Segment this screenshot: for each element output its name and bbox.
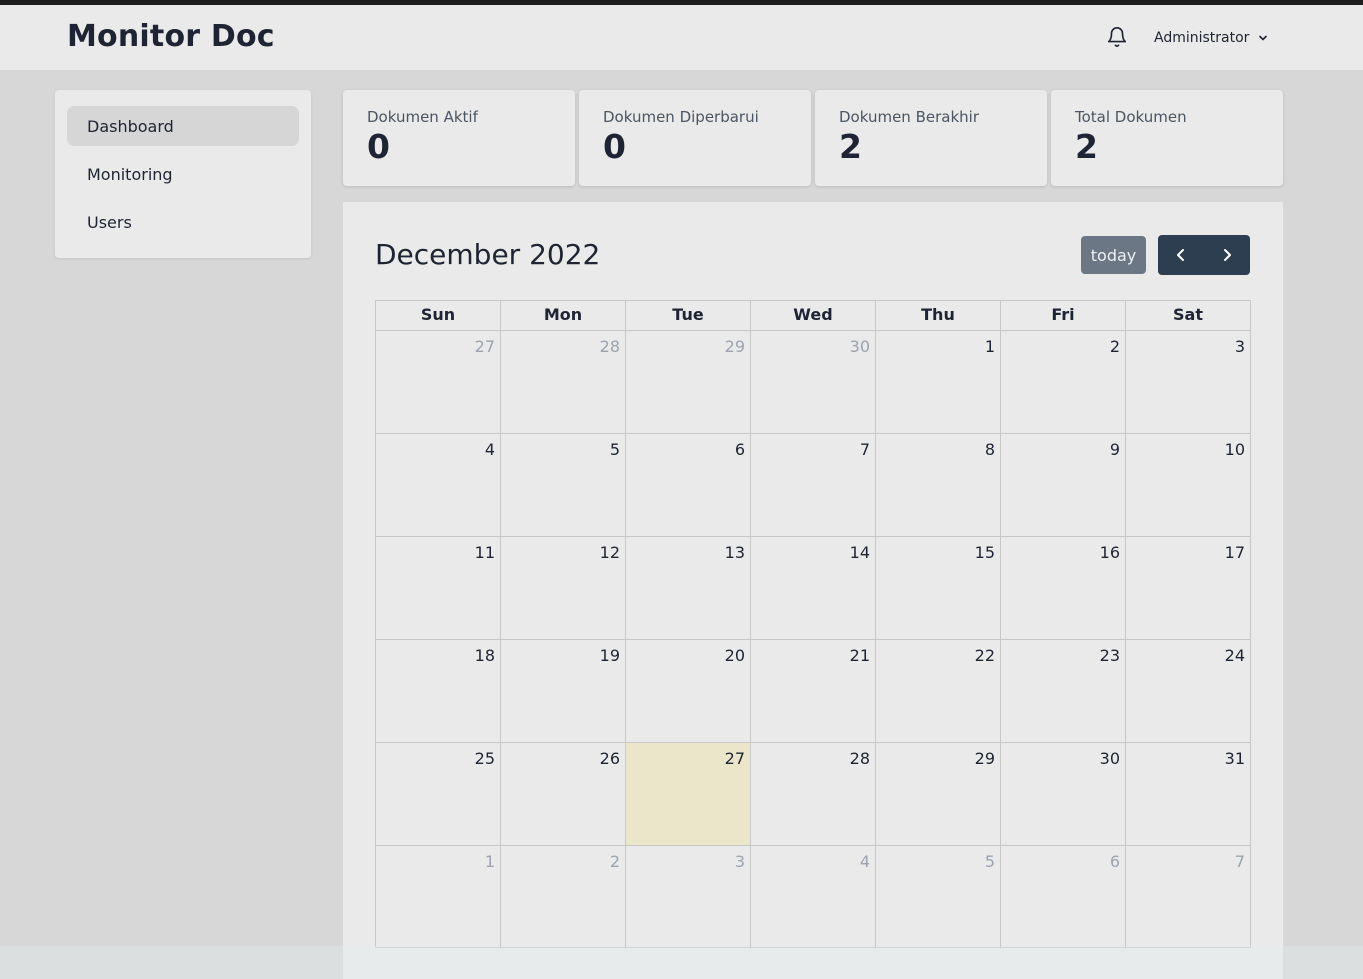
sidebar-item-label: Users [87,212,132,232]
calendar-day[interactable]: 6 [1001,846,1126,949]
calendar-day[interactable]: 21 [751,640,876,742]
chevron-down-icon [1259,35,1268,41]
calendar-day[interactable]: 29 [626,331,751,433]
calendar-day[interactable]: 28 [501,331,626,433]
calendar-day[interactable]: 6 [626,434,751,536]
stat-card-expired: Dokumen Berakhir 2 [815,90,1047,186]
stat-label: Dokumen Diperbarui [603,108,759,126]
calendar-day[interactable]: 4 [751,846,876,949]
calendar-day[interactable]: 15 [876,537,1001,639]
sidebar: Dashboard Monitoring Users [55,90,311,258]
calendar-day[interactable]: 5 [501,434,626,536]
stat-label: Dokumen Aktif [367,108,478,126]
calendar-week: 18 19 20 21 22 23 24 [376,640,1250,743]
calendar-day[interactable]: 30 [751,331,876,433]
sidebar-item-dashboard[interactable]: Dashboard [67,106,299,146]
calendar-day[interactable]: 12 [501,537,626,639]
sidebar-item-label: Dashboard [87,116,174,136]
stat-label: Total Dokumen [1075,108,1187,126]
weekday-fri: Fri [1001,301,1126,330]
calendar-day[interactable]: 2 [1001,331,1126,433]
weekday-sun: Sun [376,301,501,330]
sidebar-item-users[interactable]: Users [67,202,299,242]
calendar-day[interactable]: 31 [1126,743,1250,845]
calendar-body: 27 28 29 30 1 2 3 4 5 6 7 8 9 10 11 12 13 14 15 16 17 18 19 20 2… [376,331,1250,949]
calendar-week: 11 12 13 14 15 16 17 [376,537,1250,640]
stat-value: 0 [367,127,390,166]
calendar-day[interactable]: 2 [501,846,626,949]
calendar-week: 27 28 29 30 1 2 3 [376,331,1250,434]
weekday-wed: Wed [751,301,876,330]
calendar-grid: Sun Mon Tue Wed Thu Fri Sat 27 28 29 30 1 2 3 4 5 6 7 8 9 1… [375,300,1251,949]
chevron-right-icon [1224,249,1231,261]
calendar-day[interactable]: 7 [1126,846,1250,949]
stat-value: 0 [603,127,626,166]
prev-month-button[interactable] [1158,235,1204,275]
weekday-sat: Sat [1173,305,1203,324]
calendar-day[interactable]: 8 [876,434,1001,536]
calendar-day[interactable]: 29 [876,743,1001,845]
bell-icon[interactable] [1106,25,1128,49]
calendar-day[interactable]: 9 [1001,434,1126,536]
calendar-day[interactable]: 3 [1126,331,1250,433]
weekday-mon: Mon [501,301,626,330]
calendar-day[interactable]: 30 [1001,743,1126,845]
stat-card-updated: Dokumen Diperbarui 0 [579,90,811,186]
calendar-day[interactable]: 4 [376,434,501,536]
weekday-header: Sun Mon Tue Wed Thu Fri Sat [376,301,1250,331]
user-menu[interactable]: Administrator [1154,27,1269,49]
calendar-day[interactable]: 28 [751,743,876,845]
calendar-week: 25 26 27 28 29 30 31 [376,743,1250,846]
brand-title[interactable]: Monitor Doc [67,19,275,54]
weekday-thu: Thu [876,301,1001,330]
calendar-day[interactable]: 19 [501,640,626,742]
today-button[interactable]: today [1081,236,1146,274]
calendar-card: December 2022 today Sun Mon Tue Wed Thu Fri Sa… [343,202,1283,979]
calendar-week: 4 5 6 7 8 9 10 [376,434,1250,537]
calendar-day-today[interactable]: 27 [626,743,751,845]
calendar-day[interactable]: 10 [1126,434,1250,536]
calendar-day[interactable]: 27 [376,331,501,433]
calendar-day[interactable]: 26 [501,743,626,845]
calendar-title: December 2022 [375,238,601,271]
calendar-day[interactable]: 16 [1001,537,1126,639]
stat-value: 2 [1075,127,1098,166]
calendar-day[interactable]: 5 [876,846,1001,949]
calendar-day[interactable]: 11 [376,537,501,639]
calendar-day[interactable]: 3 [626,846,751,949]
calendar-day[interactable]: 20 [626,640,751,742]
stat-label: Dokumen Berakhir [839,108,979,126]
stat-card-active: Dokumen Aktif 0 [343,90,575,186]
calendar-week: 1234567 [376,846,1250,949]
navbar: Monitor Doc Administrator [0,5,1363,70]
calendar-day[interactable]: 18 [376,640,501,742]
calendar-day[interactable]: 25 [376,743,501,845]
sidebar-item-label: Monitoring [87,164,173,184]
calendar-day[interactable]: 13 [626,537,751,639]
calendar-day[interactable]: 24 [1126,640,1250,742]
next-month-button[interactable] [1204,235,1250,275]
calendar-day[interactable]: 1 [376,846,501,949]
weekday-tue: Tue [626,301,751,330]
sidebar-item-monitoring[interactable]: Monitoring [67,154,299,194]
calendar-nav-group [1158,235,1250,275]
calendar-day[interactable]: 22 [876,640,1001,742]
calendar-day[interactable]: 1 [876,331,1001,433]
user-name: Administrator [1154,30,1250,46]
chevron-left-icon [1177,249,1184,261]
calendar-day[interactable]: 14 [751,537,876,639]
stat-value: 2 [839,127,862,166]
calendar-day[interactable]: 17 [1126,537,1250,639]
calendar-day[interactable]: 7 [751,434,876,536]
stat-card-total: Total Dokumen 2 [1051,90,1283,186]
calendar-day[interactable]: 23 [1001,640,1126,742]
